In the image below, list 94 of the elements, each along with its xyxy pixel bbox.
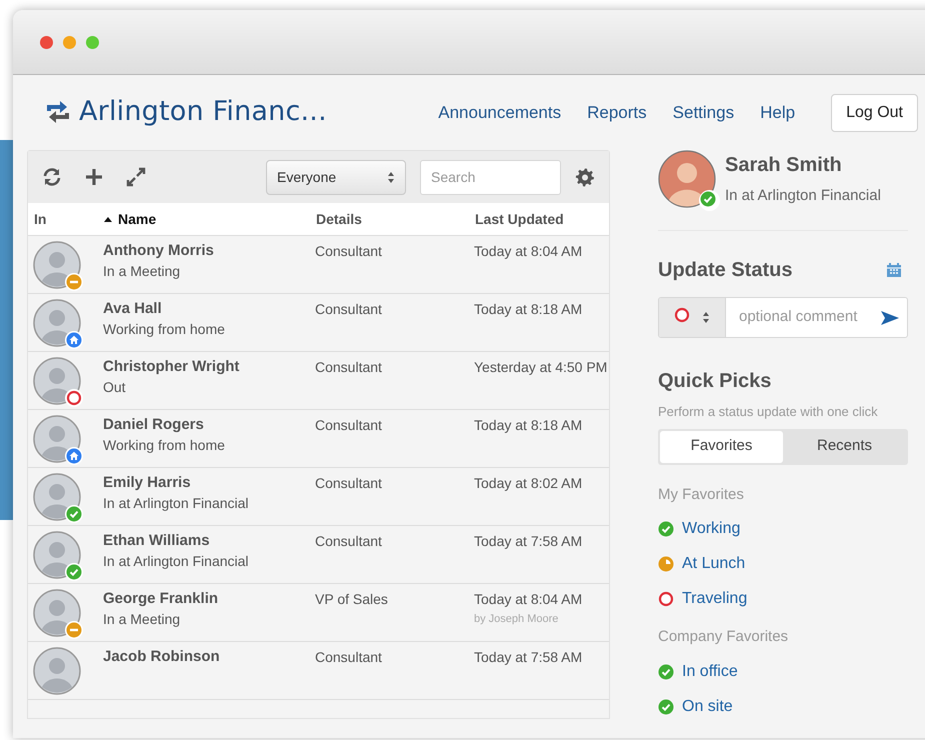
avatar-icon (658, 150, 716, 208)
section-title: Update Status (658, 258, 792, 283)
quick-pick-link[interactable]: Traveling (658, 587, 748, 611)
column-header[interactable]: Details (316, 208, 362, 230)
updated-cell-text: Today at 8:18 AM (474, 416, 584, 434)
busy-status-icon (65, 621, 83, 639)
status-text: Out (103, 378, 127, 396)
status-text: Working from home (103, 436, 226, 454)
filter-dropdown[interactable]: Everyone (266, 160, 406, 194)
updated-by: by Joseph Moore (474, 612, 560, 627)
status-text: In at Arlington Financial (103, 552, 250, 570)
ring-status-icon (65, 389, 83, 407)
section-title: Quick Picks (658, 369, 772, 394)
person-name: Ethan Williams (103, 532, 211, 550)
person-name: Jacob Robinson (103, 648, 221, 666)
expand-icon[interactable] (126, 167, 146, 187)
clock-status-icon (658, 556, 674, 572)
group-title: Company Favorites (658, 627, 790, 647)
nav-link[interactable]: Announcements (438, 100, 562, 126)
check-status-icon (65, 563, 83, 581)
status-text: In a Meeting (103, 262, 182, 280)
person-name: George Franklin (103, 590, 220, 608)
details-cell-text: Consultant (315, 242, 383, 261)
table-row[interactable]: Ava Hall Working from home Consultant Today at 8:18 AM (28, 294, 609, 352)
table-row[interactable]: Emily Harris In at Arlington Financial Consultant Today at 8:02 AM (28, 468, 609, 526)
profile-status: In at Arlington Financial (725, 186, 881, 206)
updown-icon (702, 311, 710, 324)
quick-picks-tab[interactable]: Recents (783, 430, 906, 462)
updated-cell-text: Today at 7:58 AM (474, 648, 584, 666)
updated-cell-text: Yesterday at 4:50 PM (474, 358, 608, 376)
table-row[interactable]: George Franklin In a Meeting VP of Sales Today at 8:04 AM by Joseph Moore (28, 584, 609, 642)
updown-icon (387, 170, 395, 184)
status-text: Working from home (103, 320, 226, 338)
status-text: In at Arlington Financial (103, 494, 250, 512)
details-cell-text: Consultant (315, 648, 383, 667)
nav-link[interactable]: Help (760, 100, 796, 126)
quick-pick-link[interactable]: On site (658, 694, 733, 718)
check-status-icon (658, 698, 674, 714)
logout-button[interactable]: Log Out (831, 94, 918, 132)
quick-pick-link[interactable]: In office (658, 660, 738, 684)
search-field[interactable]: Search (420, 160, 561, 194)
details-cell-text: Consultant (315, 474, 383, 493)
avatar-icon (33, 647, 81, 695)
person-name: Daniel Rogers (103, 416, 205, 434)
quick-pick-link[interactable]: At Lunch (658, 552, 746, 576)
column-header[interactable]: Name (118, 208, 156, 230)
calendar-icon[interactable] (886, 262, 902, 278)
details-cell-text: Consultant (315, 532, 383, 551)
refresh-icon[interactable] (42, 167, 62, 187)
home-status-icon (65, 331, 83, 349)
person-name: Christopher Wright (103, 358, 240, 376)
sort-icon[interactable] (104, 216, 112, 222)
settings-icon[interactable] (575, 167, 595, 187)
nav-link[interactable]: Reports (587, 100, 647, 126)
details-cell-text: VP of Sales (315, 590, 389, 609)
table-row[interactable]: Anthony Morris In a Meeting Consultant Today at 8:04 AM (28, 236, 609, 294)
details-cell-text: Consultant (315, 416, 383, 435)
person-name: Emily Harris (103, 474, 192, 492)
section-subtitle: Perform a status update with one click (658, 403, 879, 421)
details-cell-text: Consultant (315, 300, 383, 319)
updated-cell-text: Today at 8:04 AM (474, 242, 584, 260)
updated-cell-text: Today at 8:04 AM (474, 590, 584, 608)
status-update-field[interactable]: optional comment (658, 297, 908, 338)
updated-cell-text: Today at 7:58 AM (474, 532, 584, 550)
profile-name: Sarah Smith (725, 153, 843, 178)
table-row[interactable]: Daniel Rogers Working from home Consultant Today at 8:18 AM (28, 410, 609, 468)
quick-picks-tab[interactable]: Favorites (660, 430, 783, 462)
close-button[interactable] (40, 36, 53, 48)
nav-link[interactable]: Settings (672, 100, 734, 126)
person-name: Ava Hall (103, 300, 163, 318)
status-picker[interactable] (659, 298, 726, 337)
brand-name: Arlington Financ... (79, 95, 327, 130)
group-title: My Favorites (658, 484, 745, 504)
column-header[interactable]: In (34, 208, 46, 230)
quick-pick-link[interactable]: Working (658, 517, 740, 541)
updated-cell-text: Today at 8:18 AM (474, 300, 584, 318)
send-icon[interactable] (880, 308, 900, 326)
column-header[interactable]: Last Updated (475, 208, 564, 230)
check-status-icon (658, 664, 674, 680)
table-row[interactable]: Ethan Williams In at Arlington Financial Consultant Today at 7:58 AM (28, 526, 609, 584)
check-status-icon (699, 190, 720, 211)
comment-field[interactable]: optional comment (726, 298, 880, 337)
check-status-icon (65, 505, 83, 523)
person-name: Anthony Morris (103, 242, 215, 260)
check-status-icon (658, 521, 674, 537)
add-icon[interactable] (84, 167, 104, 187)
home-status-icon (65, 447, 83, 465)
ring-status-icon (658, 591, 674, 607)
table-row[interactable]: Jacob Robinson Consultant Today at 7:58 AM (28, 642, 609, 700)
busy-status-icon (65, 273, 83, 291)
table-row[interactable]: Christopher Wright Out Consultant Yesterday at 4:50 PM (28, 352, 609, 410)
details-cell-text: Consultant (315, 358, 383, 377)
status-text: In a Meeting (103, 610, 182, 628)
updated-cell-text: Today at 8:02 AM (474, 474, 584, 492)
